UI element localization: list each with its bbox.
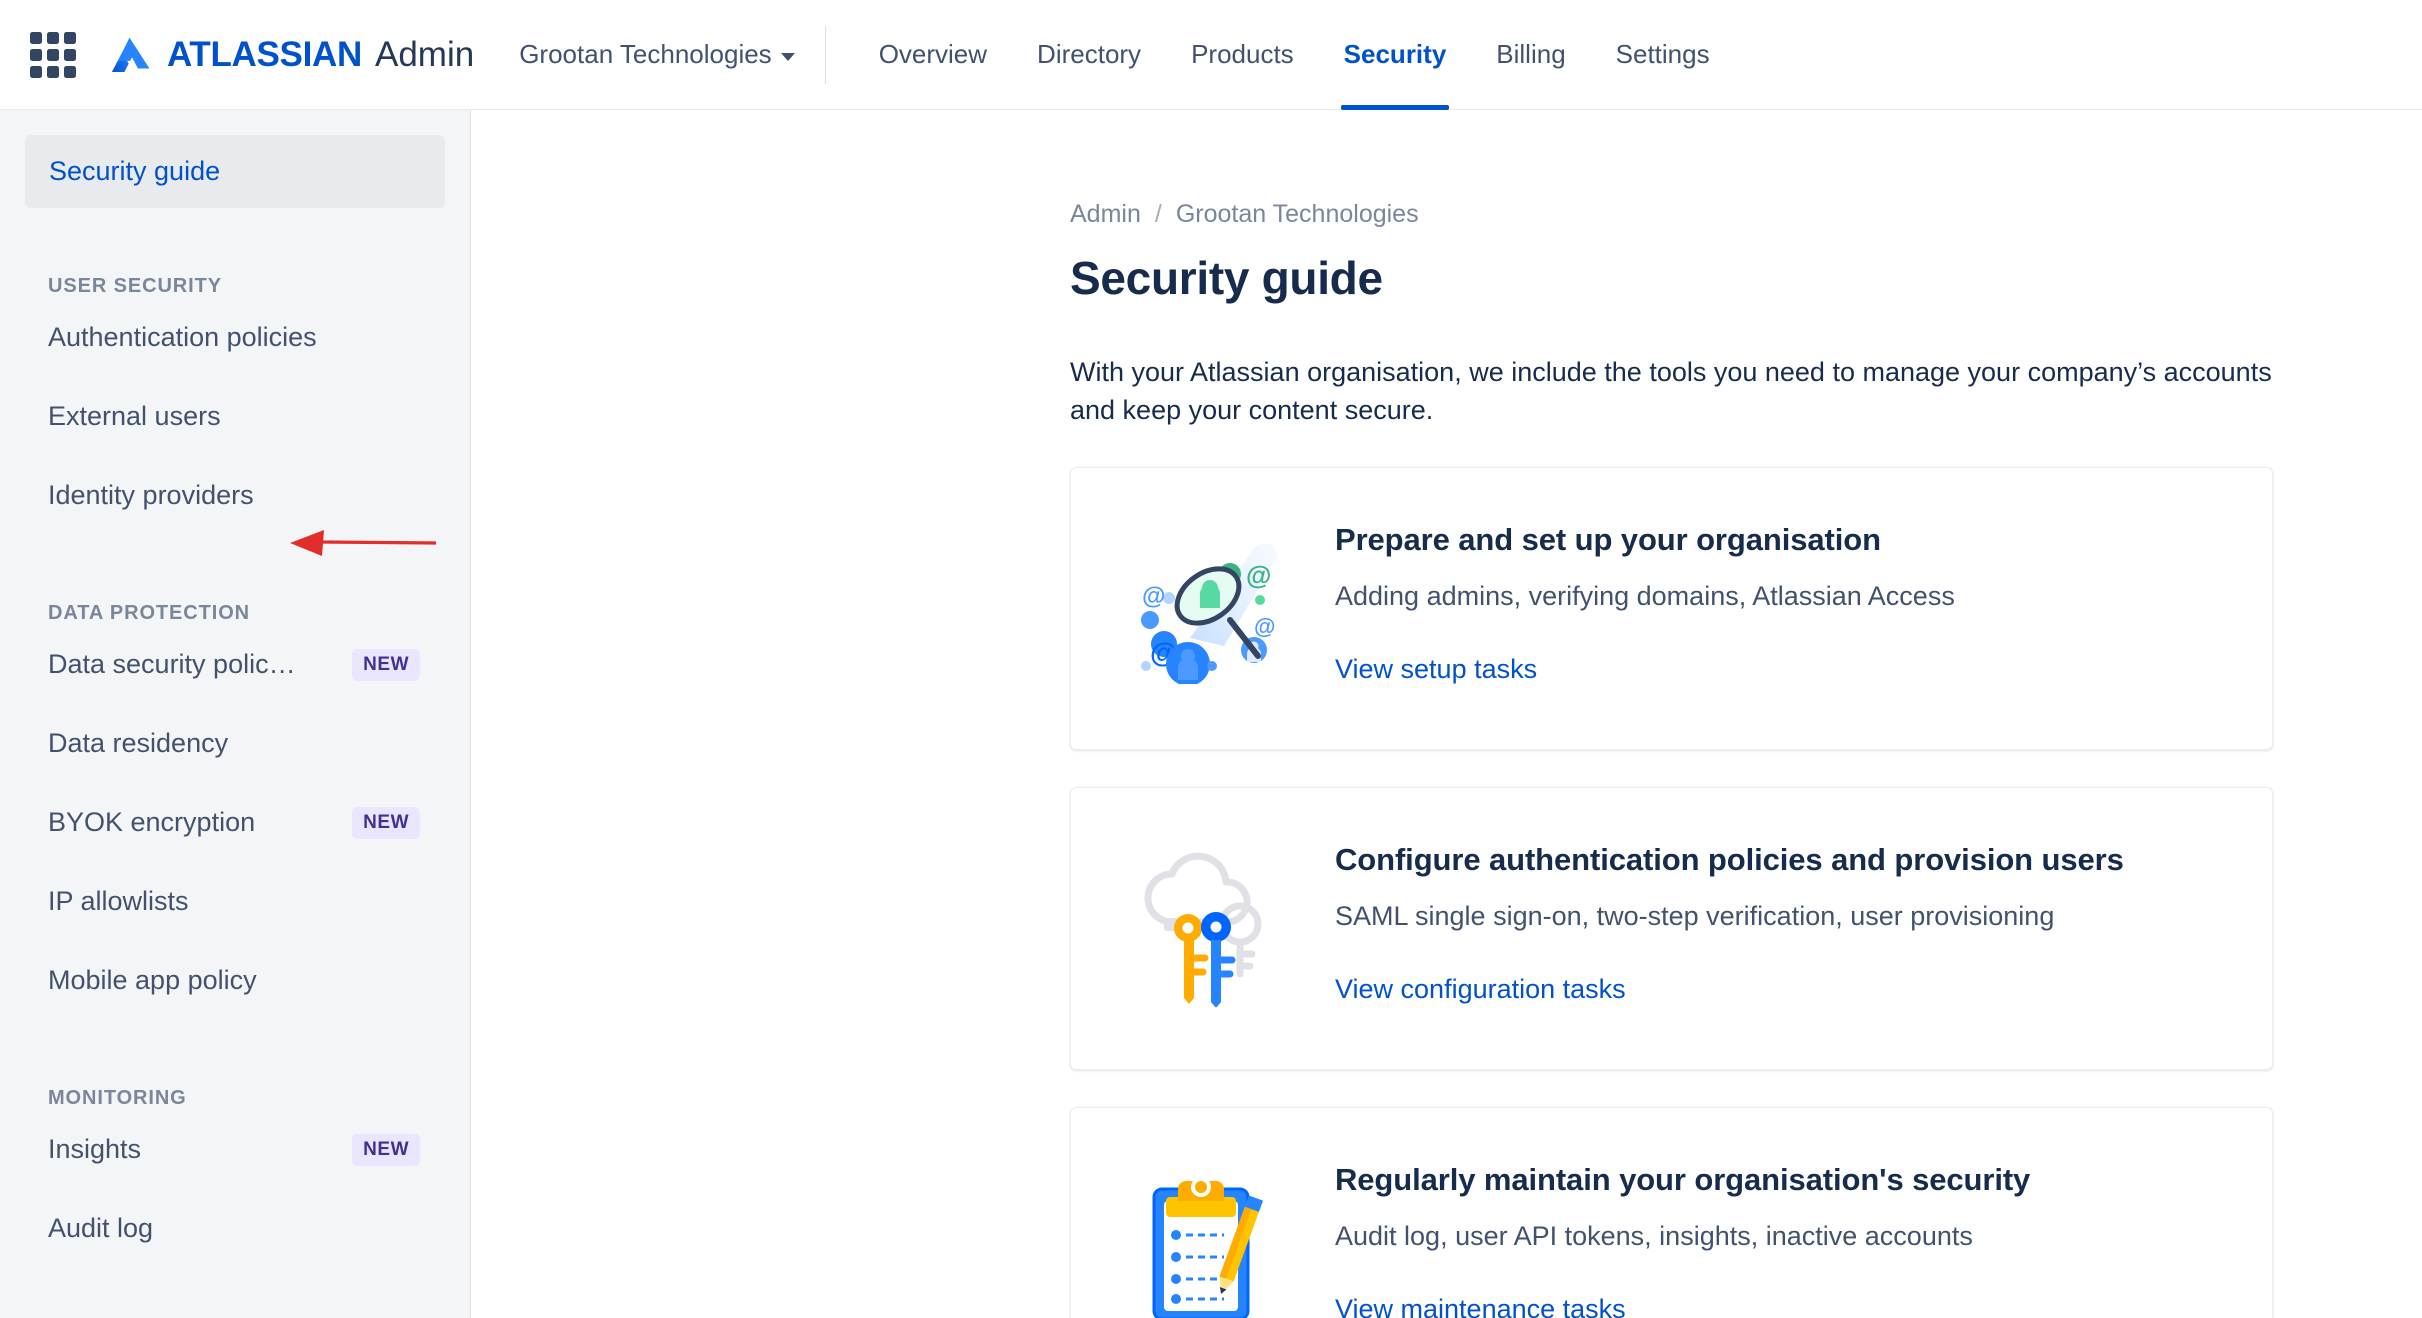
view-maintenance-tasks-link[interactable]: View maintenance tasks [1335, 1294, 1626, 1318]
nav-item-billing[interactable]: Billing [1471, 0, 1590, 110]
card-subtitle: Audit log, user API tokens, insights, in… [1335, 1220, 1973, 1251]
breadcrumb-separator: / [1154, 200, 1162, 228]
status-badge-new: NEW [352, 1133, 420, 1166]
sidebar-group-user-security: USER SECURITY [48, 275, 222, 297]
cloud-keys-icon [1123, 842, 1293, 1017]
card-title: Configure authentication policies and pr… [1335, 841, 2124, 877]
status-badge-new: NEW [352, 648, 420, 681]
sidebar-item-external-users[interactable]: External users [0, 377, 470, 456]
red-left-arrow-annotation [290, 530, 437, 556]
svg-text:@: @ [1246, 560, 1271, 590]
sidebar-item-label: Data security polic… [48, 649, 296, 679]
card-maintain-security[interactable]: Regularly maintain your organisation's s… [1070, 1106, 2273, 1318]
nav-item-products[interactable]: Products [1166, 0, 1319, 110]
view-configuration-tasks-link[interactable]: View configuration tasks [1335, 974, 1626, 1005]
brand-admin-label: Admin [374, 35, 475, 74]
breadcrumb-org[interactable]: Grootan Technologies [1176, 200, 1419, 229]
primary-nav: Overview Directory Products Security Bil… [854, 0, 1735, 110]
sidebar-item-byok-encryption[interactable]: BYOK encryption NEW [0, 783, 470, 862]
card-subtitle: SAML single sign-on, two-step verificati… [1335, 900, 2055, 931]
org-name-label: Grootan Technologies [519, 39, 772, 69]
sidebar-item-identity-providers[interactable]: Identity providers [0, 456, 470, 535]
org-selector[interactable]: Grootan Technologies [519, 39, 795, 70]
sidebar-item-label: Data residency [48, 728, 229, 758]
sidebar-item-audit-log[interactable]: Audit log [0, 1189, 470, 1268]
status-badge-new: NEW [352, 806, 420, 839]
card-title: Regularly maintain your organisation's s… [1335, 1161, 2031, 1197]
sidebar-item-data-security-policies[interactable]: Data security polic… NEW [0, 625, 470, 704]
sidebar-item-mobile-app-policy[interactable]: Mobile app policy [0, 941, 470, 1020]
card-subtitle: Adding admins, verifying domains, Atlass… [1335, 580, 1955, 611]
nav-item-settings[interactable]: Settings [1591, 0, 1735, 110]
atlassian-admin-brand[interactable]: ATLASSIAN Admin [109, 33, 474, 77]
sidebar-item-label: External users [48, 401, 221, 431]
nav-divider [824, 25, 826, 84]
atlassian-logo-icon [109, 33, 153, 77]
chevron-down-icon [780, 52, 795, 61]
sidebar-item-label: BYOK encryption [48, 807, 256, 837]
sidebar-item-ip-allowlists[interactable]: IP allowlists [0, 862, 470, 941]
view-setup-tasks-link[interactable]: View setup tasks [1335, 654, 1537, 685]
admin-page: ATLASSIAN Admin Grootan Technologies Ove… [0, 0, 2422, 1318]
main-content: Admin / Grootan Technologies Security gu… [472, 110, 2422, 1318]
sidebar-item-label: IP allowlists [48, 886, 189, 916]
sidebar-item-data-residency[interactable]: Data residency [0, 704, 470, 783]
svg-text:@: @ [1254, 614, 1275, 639]
sidebar-item-label: Audit log [48, 1213, 154, 1243]
breadcrumb: Admin / Grootan Technologies [1070, 200, 2273, 229]
sidebar-item-security-guide[interactable]: Security guide [25, 135, 445, 208]
nav-item-directory[interactable]: Directory [1012, 0, 1166, 110]
card-prepare-organisation[interactable]: @ @ @ @ Prepare and set up your organisa… [1070, 466, 2273, 750]
app-switcher-grid-icon[interactable] [30, 31, 76, 78]
page-intro-text: With your Atlassian organisation, we inc… [1070, 357, 2272, 426]
sidebar-item-label: Security guide [49, 156, 221, 186]
sidebar-item-label: Mobile app policy [48, 965, 257, 995]
sidebar-item-authentication-policies[interactable]: Authentication policies [0, 298, 470, 377]
page-title: Security guide [1070, 252, 1383, 304]
security-sidebar: Security guide USER SECURITY Authenticat… [0, 110, 471, 1318]
brand-wordmark: ATLASSIAN [167, 35, 362, 74]
nav-item-security[interactable]: Security [1319, 0, 1472, 110]
nav-item-overview[interactable]: Overview [854, 0, 1012, 110]
sidebar-item-insights[interactable]: Insights NEW [0, 1110, 470, 1189]
magnifying-glass-users-icon: @ @ @ @ [1123, 522, 1293, 697]
sidebar-group-data-protection: DATA PROTECTION [48, 602, 251, 624]
sidebar-group-monitoring: MONITORING [48, 1087, 187, 1109]
card-configure-authentication[interactable]: Configure authentication policies and pr… [1070, 786, 2273, 1070]
card-title: Prepare and set up your organisation [1335, 521, 1881, 557]
breadcrumb-admin[interactable]: Admin [1070, 200, 1141, 229]
clipboard-pencil-icon [1123, 1162, 1293, 1318]
sidebar-item-label: Authentication policies [48, 322, 317, 352]
svg-text:@: @ [1142, 583, 1165, 610]
sidebar-item-label: Identity providers [48, 480, 254, 510]
sidebar-item-label: Insights [48, 1134, 142, 1164]
top-navigation-bar: ATLASSIAN Admin Grootan Technologies Ove… [0, 0, 2422, 110]
